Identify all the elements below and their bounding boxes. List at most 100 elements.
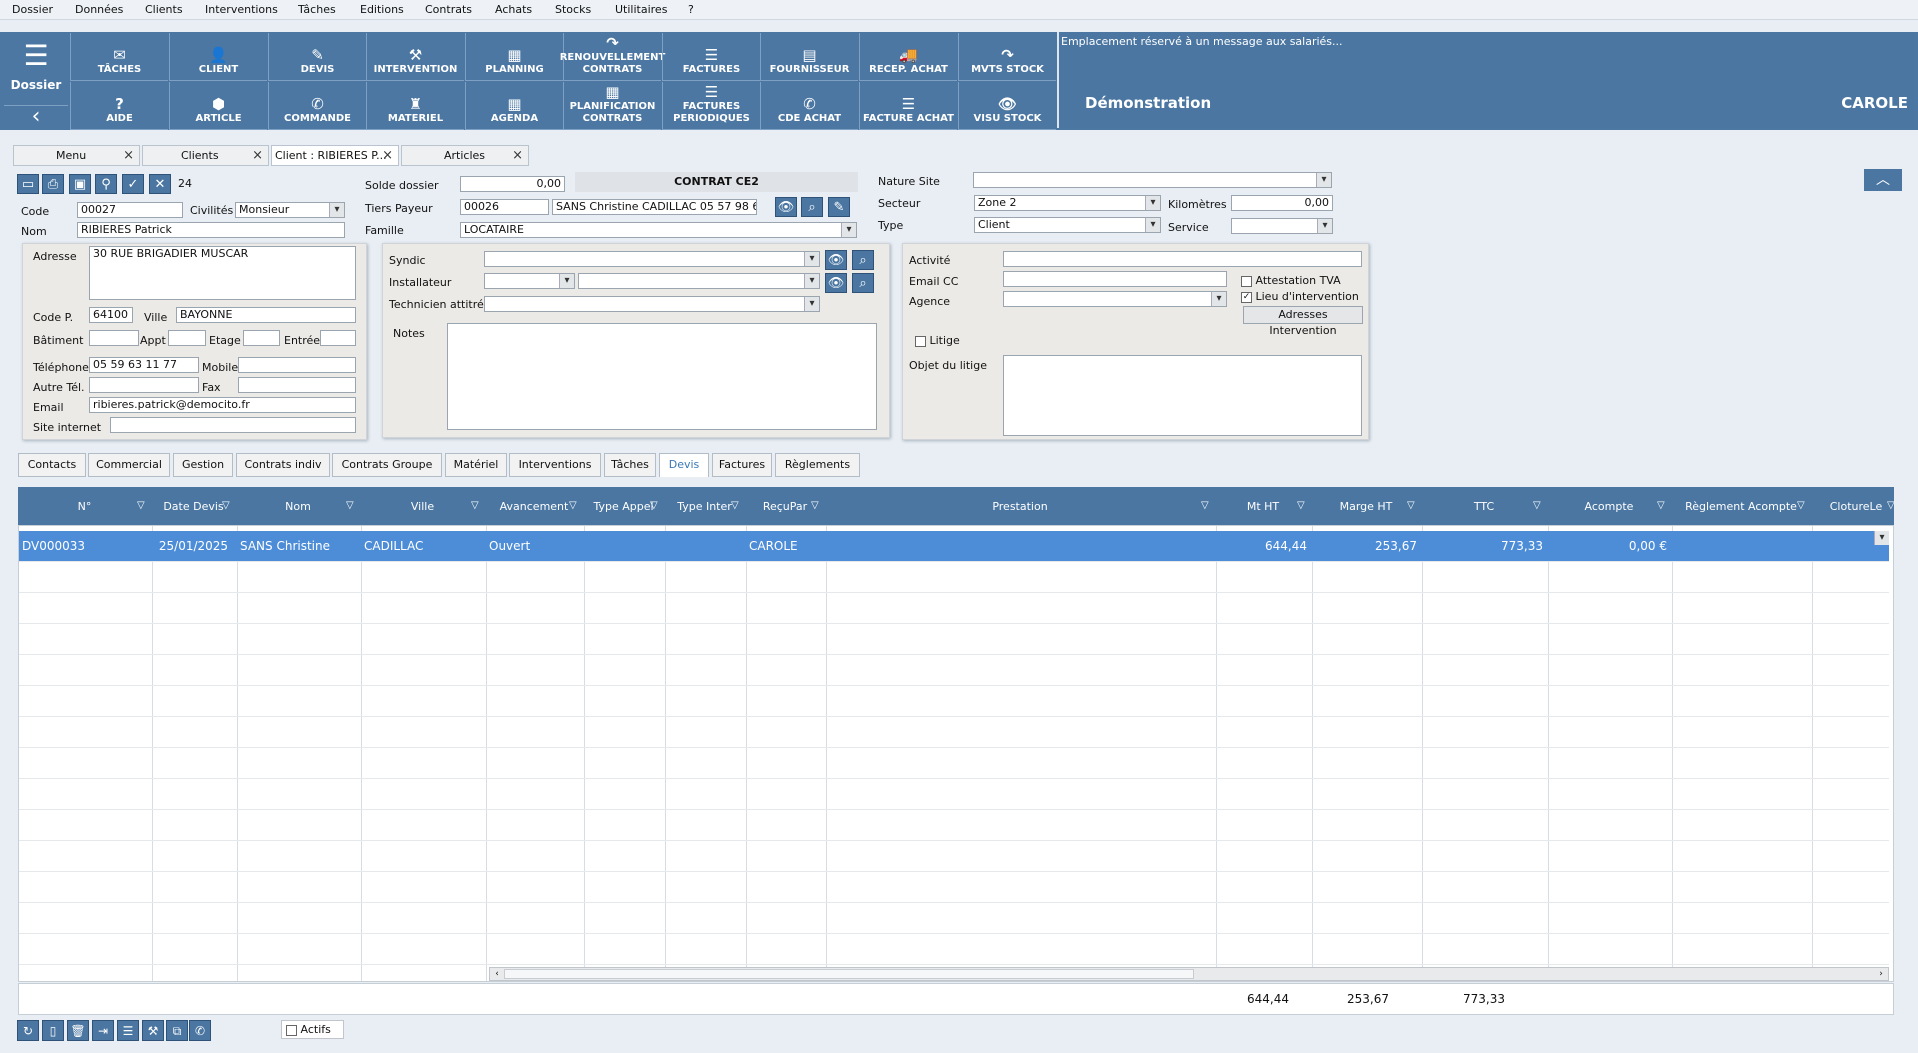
nature-select[interactable] <box>973 172 1332 188</box>
menu-achats[interactable]: Achats <box>495 3 532 16</box>
tbb-button-6[interactable]: ☰ FACTURES PERIODIQUES <box>662 82 760 130</box>
location-pin-icon[interactable]: ⚲ <box>95 174 117 194</box>
site-field[interactable] <box>110 417 356 433</box>
validate-check-icon[interactable]: ✓ <box>122 174 144 194</box>
famille-select[interactable]: LOCATAIRE <box>460 222 857 238</box>
tab-client-detail[interactable]: Client : RIBIERES P... × <box>271 145 399 166</box>
table-row[interactable]: DV000033 25/01/2025 SANS Christine CADILLAC… <box>19 531 1889 562</box>
tbt-button-0[interactable]: ✉ TÂCHES <box>70 33 168 81</box>
column-header[interactable]: Acompte <box>1547 500 1671 513</box>
technicien-select[interactable] <box>484 296 820 312</box>
table-row[interactable] <box>19 779 1889 810</box>
attestation-checkbox[interactable]: Attestation TVA <box>1241 274 1341 287</box>
tbt-button-7[interactable]: ▤ FOURNISSEUR <box>760 33 858 81</box>
filter-icon[interactable]: ▽ <box>1533 500 1541 511</box>
search-icon[interactable]: ⌕ <box>801 197 823 217</box>
tbt-button-2[interactable]: ✎ DEVIS <box>268 33 366 81</box>
menu-help[interactable]: ? <box>688 3 694 16</box>
bottom-tab-factures[interactable]: Factures <box>712 453 772 477</box>
column-header[interactable]: N° <box>18 500 151 513</box>
table-row[interactable] <box>19 810 1889 841</box>
column-header[interactable]: Règlement Acompte <box>1671 500 1811 513</box>
actifs-checkbox[interactable]: Actifs <box>281 1020 344 1039</box>
tiers-name-field[interactable]: SANS Christine CADILLAC 05 57 98 65 45 <box>552 199 757 215</box>
scroll-right-icon[interactable]: › <box>1874 968 1888 980</box>
solde-field[interactable]: 0,00 <box>460 176 565 192</box>
type-select[interactable]: Client <box>974 217 1161 233</box>
copy-icon[interactable]: ⧉ <box>166 1020 188 1041</box>
cancel-x-icon[interactable]: ✕ <box>149 174 171 194</box>
column-header[interactable]: Nom <box>236 500 360 513</box>
menu-clients[interactable]: Clients <box>145 3 183 16</box>
tab-articles[interactable]: Articles × <box>401 145 529 166</box>
filter-icon[interactable]: ▽ <box>1887 500 1895 511</box>
agence-select[interactable] <box>1003 291 1227 307</box>
tbb-button-8[interactable]: ☰ FACTURE ACHAT <box>859 82 957 130</box>
refresh-icon[interactable]: ↻ <box>17 1020 39 1041</box>
nom-field[interactable]: RIBIERES Patrick <box>77 222 345 238</box>
filter-icon[interactable]: ▽ <box>1201 500 1209 511</box>
filter-icon[interactable]: ▽ <box>471 500 479 511</box>
code-field[interactable]: 00027 <box>77 202 183 218</box>
list-icon[interactable]: ☰ <box>117 1020 139 1041</box>
table-row[interactable] <box>19 655 1889 686</box>
bottom-tab-devis[interactable]: Devis <box>659 453 709 477</box>
table-row[interactable] <box>19 562 1889 593</box>
menu-donnees[interactable]: Données <box>75 3 123 16</box>
close-icon[interactable]: × <box>382 146 393 165</box>
tbb-button-5[interactable]: ▦ PLANIFICATION CONTRATS <box>563 82 661 130</box>
filter-icon[interactable]: ▽ <box>137 500 145 511</box>
scroll-left-icon[interactable]: ‹ <box>490 968 504 980</box>
table-row[interactable] <box>19 748 1889 779</box>
scrollbar-thumb[interactable] <box>504 969 1194 979</box>
back-arrow-icon[interactable]: ‹ <box>4 105 68 129</box>
activite-field[interactable] <box>1003 251 1362 267</box>
column-header[interactable]: Ville <box>360 500 485 513</box>
appt-field[interactable] <box>168 330 206 346</box>
menu-stocks[interactable]: Stocks <box>555 3 591 16</box>
menu-dossier[interactable]: Dossier <box>12 3 53 16</box>
table-row[interactable] <box>19 717 1889 748</box>
tbt-button-6[interactable]: ☰ FACTURES <box>662 33 760 81</box>
tbt-button-5[interactable]: ↷ RENOUVELLEMENT CONTRATS <box>560 33 665 81</box>
view-eye-icon[interactable]: 👁 <box>825 273 847 293</box>
cp-field[interactable]: 64100 <box>89 307 133 323</box>
filter-icon[interactable]: ▽ <box>1797 500 1805 511</box>
filter-icon[interactable]: ▽ <box>650 500 658 511</box>
objet-field[interactable] <box>1003 355 1362 436</box>
filter-icon[interactable]: ▽ <box>569 500 577 511</box>
filter-icon[interactable]: ▽ <box>1297 500 1305 511</box>
search-icon[interactable]: ⌕ <box>852 250 874 270</box>
table-row[interactable] <box>19 872 1889 903</box>
open-folder-icon[interactable]: ▭ <box>17 174 39 194</box>
menu-interventions[interactable]: Interventions <box>205 3 278 16</box>
tbb-button-0[interactable]: ? AIDE <box>70 82 168 130</box>
email-field[interactable]: ribieres.patrick@democito.fr <box>89 397 356 413</box>
bottom-tab-mat-riel[interactable]: Matériel <box>445 453 507 477</box>
tbb-button-3[interactable]: ♜ MATERIEL <box>366 82 464 130</box>
bottom-tab-interventions[interactable]: Interventions <box>509 453 601 477</box>
tbt-button-8[interactable]: 🚚 RECEP. ACHAT <box>859 33 957 81</box>
autretel-field[interactable] <box>89 377 199 393</box>
filter-icon[interactable]: ▽ <box>731 500 739 511</box>
close-icon[interactable]: × <box>252 146 263 165</box>
bottom-tab-t-ches[interactable]: Tâches <box>604 453 656 477</box>
new-doc-icon[interactable]: ▯ <box>42 1020 64 1041</box>
installateur-name-select[interactable] <box>578 273 820 289</box>
menu-editions[interactable]: Editions <box>360 3 404 16</box>
print-icon[interactable]: ⎙ <box>42 174 64 194</box>
tbb-button-7[interactable]: ✆ CDE ACHAT <box>760 82 858 130</box>
tbt-button-4[interactable]: ▦ PLANNING <box>465 33 563 81</box>
ville-field[interactable]: BAYONNE <box>176 307 356 323</box>
telephone-field[interactable]: 05 59 63 11 77 <box>89 357 199 373</box>
menu-taches[interactable]: Tâches <box>298 3 336 16</box>
filter-icon[interactable]: ▽ <box>222 500 230 511</box>
tbt-button-1[interactable]: 👤 CLIENT <box>169 33 267 81</box>
civilite-select[interactable]: Monsieur <box>235 202 345 218</box>
fax-field[interactable] <box>238 377 356 393</box>
view-eye-icon[interactable]: 👁 <box>825 250 847 270</box>
close-icon[interactable]: × <box>123 146 134 165</box>
tbb-button-1[interactable]: ⬢ ARTICLE <box>169 82 267 130</box>
etage-field[interactable] <box>243 330 280 346</box>
tbt-button-9[interactable]: ↷ MVTS STOCK <box>958 33 1056 81</box>
